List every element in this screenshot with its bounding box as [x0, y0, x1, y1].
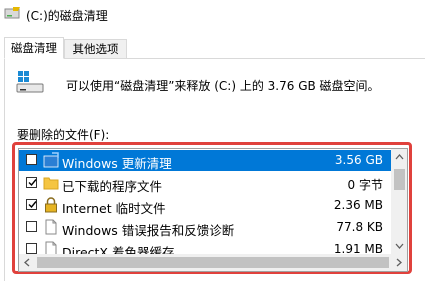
file-size: 2.36 MB [333, 198, 383, 212]
window-title: (C:)的磁盘清理 [26, 9, 108, 23]
scroll-right-arrow-icon[interactable] [390, 254, 407, 271]
file-checkbox[interactable] [26, 154, 37, 165]
file-checkbox[interactable] [26, 199, 37, 210]
file-size: 3.56 GB [334, 153, 383, 167]
file-row-downloaded-programs[interactable]: 已下载的程序文件 0 字节 [19, 173, 391, 194]
vertical-scroll-thumb[interactable] [394, 169, 405, 190]
vertical-scrollbar[interactable] [391, 149, 408, 254]
disk-cleanup-app-icon [4, 7, 20, 19]
file-size: 77.8 KB [336, 220, 383, 234]
title-bar: (C:)的磁盘清理 [0, 0, 425, 30]
file-name: 已下载的程序文件 [62, 179, 163, 194]
files-list[interactable]: Windows 更新清理 3.56 GB 已下载的程序文件 0 字节 Inter… [18, 148, 408, 272]
drive-icon [16, 71, 44, 93]
checkmark-icon [28, 201, 37, 209]
files-to-delete-label: 要删除的文件(F): [17, 128, 110, 142]
file-checkbox[interactable] [26, 243, 37, 254]
file-icon [45, 219, 57, 235]
file-name: Windows 错误报告和反馈诊断 [62, 223, 235, 238]
folder-icon [43, 177, 59, 190]
scroll-down-arrow-icon[interactable] [391, 237, 408, 254]
file-row-windows-update[interactable]: Windows 更新清理 3.56 GB [19, 150, 391, 171]
tab-disk-cleanup[interactable]: 磁盘清理 [4, 37, 64, 59]
scroll-left-arrow-icon[interactable] [19, 254, 36, 271]
lock-icon [45, 197, 57, 213]
horizontal-scroll-thumb[interactable] [37, 257, 389, 268]
scroll-up-arrow-icon[interactable] [391, 149, 408, 166]
file-name: Windows 更新清理 [62, 156, 172, 171]
file-name: Internet 临时文件 [62, 201, 166, 216]
file-size: 0 字节 [347, 178, 383, 192]
file-row-error-reports[interactable]: Windows 错误报告和反馈诊断 77.8 KB [19, 217, 391, 238]
checkmark-icon [28, 179, 37, 187]
panel-border [4, 59, 5, 281]
file-row-temp-internet-files[interactable]: Internet 临时文件 2.36 MB [19, 195, 391, 216]
free-space-info: 可以使用“磁盘清理”来释放 (C:) 上的 3.76 GB 磁盘空间。 [66, 79, 380, 93]
windows-update-icon [43, 152, 59, 168]
file-checkbox[interactable] [26, 221, 37, 232]
tab-more-options[interactable]: 其他选项 [64, 39, 127, 59]
file-checkbox[interactable] [26, 177, 37, 188]
horizontal-scrollbar[interactable] [19, 254, 407, 271]
